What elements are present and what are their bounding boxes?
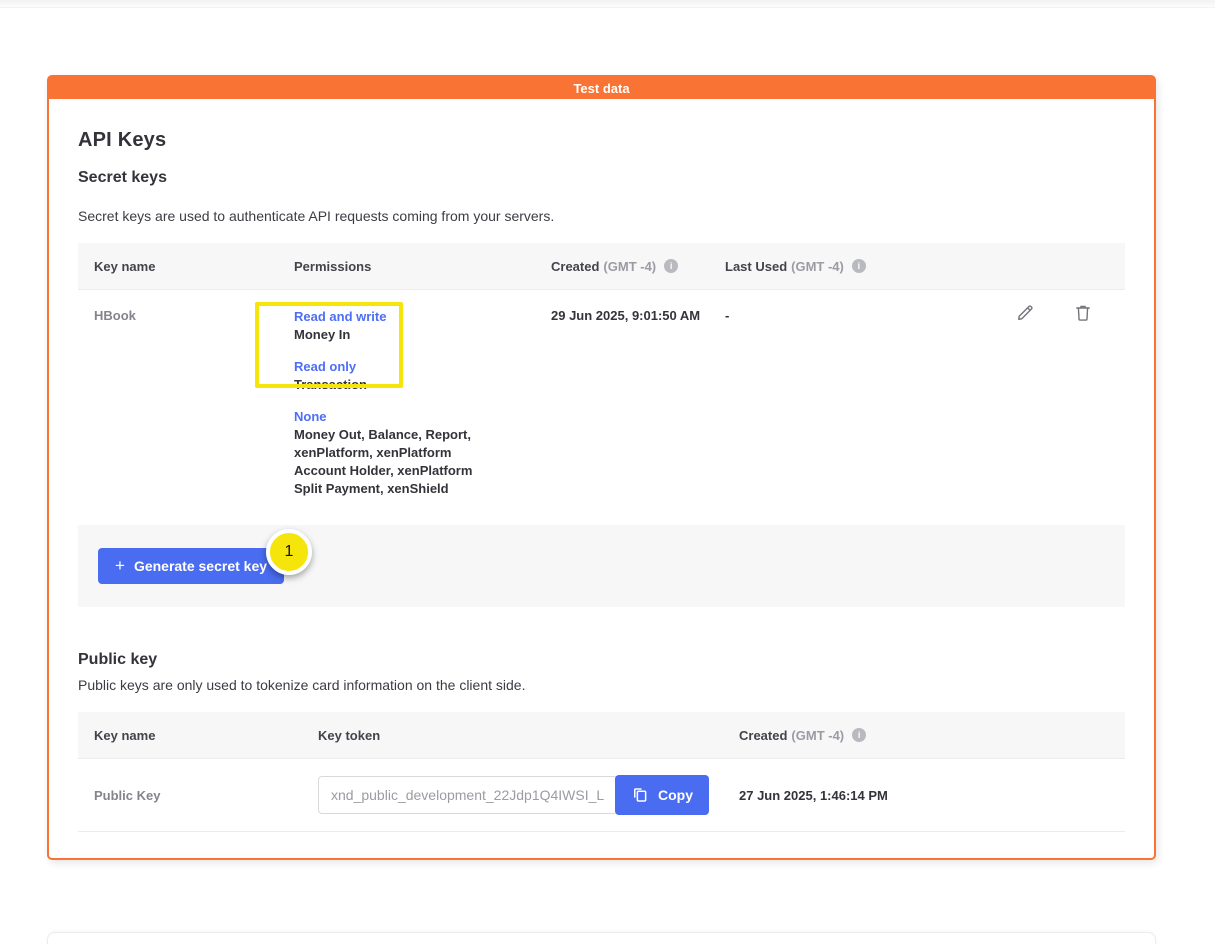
card-body: API Keys Secret keys Secret keys are use… [49,129,1154,858]
edit-key-button[interactable] [1015,303,1035,323]
permission-group-read-write: Read and write Money In [294,308,498,344]
secret-key-name: HBook [78,290,278,525]
secret-key-row: HBook Read and write Money In Read only … [78,290,1125,525]
secret-key-last-used: - [709,290,975,525]
header-key-token: Key token [302,712,723,758]
secret-keys-heading: Secret keys [78,169,1125,187]
public-key-name: Public Key [78,788,302,803]
public-key-table: Key name Key token Created (GMT -4) Publ… [78,712,1125,832]
trash-icon [1073,303,1093,323]
public-key-table-header: Key name Key token Created (GMT -4) [78,712,1125,759]
secret-keys-table: Key name Permissions Created (GMT -4) La… [78,243,1125,607]
secret-key-permissions: Read and write Money In Read only Transa… [278,290,535,525]
header-created-timezone: (GMT -4) [603,259,656,274]
permission-group-read-only: Read only Transaction [294,358,498,394]
header-actions [975,243,1125,289]
header-public-created: Created (GMT -4) [723,712,1125,758]
page-title: API Keys [78,129,1125,152]
permission-level: Read and write [294,308,498,326]
permission-group-none: None Money Out, Balance, Report, xenPlat… [294,408,498,498]
public-key-description: Public keys are only used to tokenize ca… [78,677,1125,693]
created-info-icon[interactable] [664,259,678,273]
header-permissions: Permissions [278,243,535,289]
secret-key-created: 29 Jun 2025, 9:01:50 AM [535,290,709,525]
copy-icon [631,786,649,804]
previous-card-bottom-edge [0,0,1215,8]
public-key-token-input[interactable] [318,776,618,814]
permission-items: Money Out, Balance, Report, xenPlatform,… [294,426,498,498]
permission-items: Money In [294,326,498,344]
secret-key-actions [975,290,1125,525]
public-created-info-icon[interactable] [852,728,866,742]
secret-keys-table-footer: + Generate secret key [78,525,1125,607]
permission-level: Read only [294,358,498,376]
secret-keys-description: Secret keys are used to authenticate API… [78,208,1125,224]
api-keys-page: Test data API Keys Secret keys Secret ke… [0,0,1215,944]
secret-keys-table-header: Key name Permissions Created (GMT -4) La… [78,243,1125,290]
permission-items: Transaction [294,376,498,394]
public-key-token-cell: Copy [302,775,723,815]
delete-key-button[interactable] [1073,303,1093,323]
public-key-created: 27 Jun 2025, 1:46:14 PM [723,788,1125,803]
copy-button-label: Copy [658,787,693,803]
header-public-created-timezone: (GMT -4) [791,728,844,743]
header-key-name: Key name [78,243,278,289]
test-data-banner: Test data [49,77,1154,99]
header-last-used: Last Used (GMT -4) [709,243,975,289]
pencil-icon [1015,303,1035,323]
public-key-row: Public Key Copy [78,759,1125,832]
permission-level: None [294,408,498,426]
generate-secret-key-label: Generate secret key [134,558,267,574]
generate-secret-key-button[interactable]: + Generate secret key [98,548,284,584]
plus-icon: + [115,557,125,574]
test-data-card: Test data API Keys Secret keys Secret ke… [47,75,1156,860]
next-card-top-edge [47,932,1156,944]
header-last-used-timezone: (GMT -4) [791,259,844,274]
header-created: Created (GMT -4) [535,243,709,289]
header-public-key-name: Key name [78,712,302,758]
copy-token-button[interactable]: Copy [615,775,709,815]
public-key-heading: Public key [78,651,1125,669]
test-data-banner-label: Test data [573,81,629,96]
last-used-info-icon[interactable] [852,259,866,273]
